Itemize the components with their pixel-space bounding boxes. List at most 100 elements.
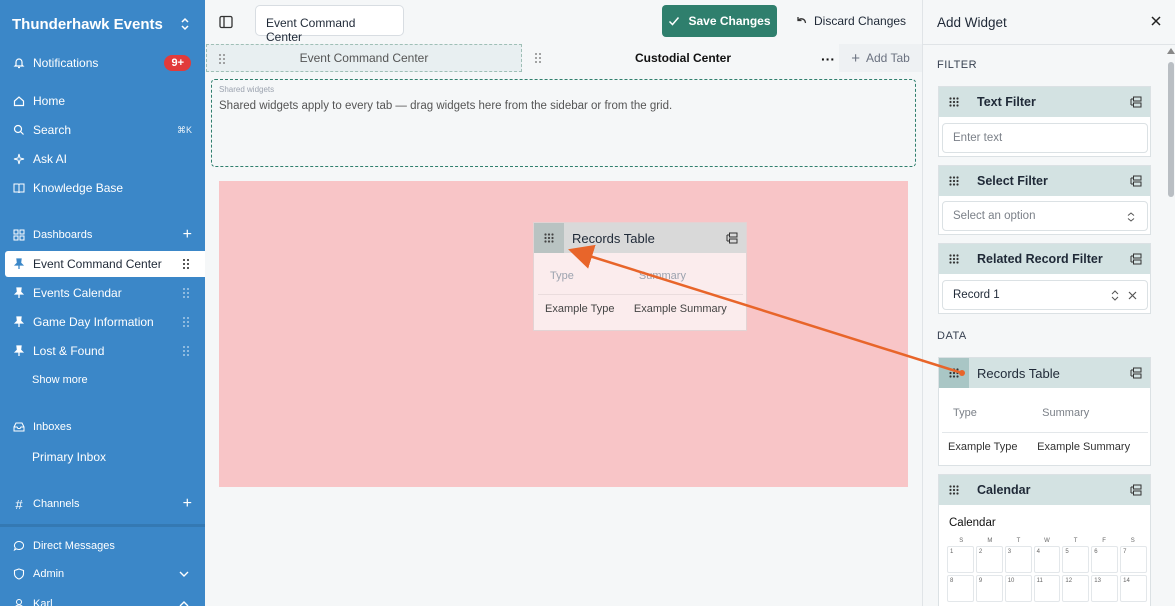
sidebar-item-search[interactable]: Search ⌘K [0,117,205,143]
widget-option-calendar[interactable]: Calendar Calendar SMTWTFS 1 2 3 4 5 6 7 8 9 10 11 1… [938,474,1151,606]
sidebar-item-knowledge-base[interactable]: Knowledge Base [0,175,205,201]
check-icon [669,17,680,26]
calendar-weekdays: SMTWTFS [947,538,1147,544]
calendar-day-cell: 5 [1062,546,1090,573]
add-channel-icon[interactable]: + [183,496,192,512]
user-icon [13,598,25,606]
drag-handle-icon[interactable] [183,317,189,327]
section-label: Channels [33,498,80,510]
section-heading-data: DATA [937,330,967,342]
sidebar-item-event-command-center[interactable]: Event Command Center [5,251,205,277]
widget-header: Related Record Filter [939,244,1150,274]
drag-grip-icon[interactable] [939,475,969,505]
drag-handle-icon[interactable] [535,53,541,63]
tab-label: Event Command Center [299,51,429,65]
add-widget-icon[interactable] [1130,175,1142,187]
clear-icon[interactable] [1128,291,1137,300]
add-dashboard-icon[interactable]: + [183,227,192,243]
sidebar-item-label: Lost & Found [33,344,105,358]
widget-title: Calendar [977,483,1031,497]
discard-changes-button[interactable]: Discard Changes [795,5,906,37]
sidebar-item-label: Search [33,123,72,137]
sidebar-item-ask-ai[interactable]: Ask AI [0,146,205,172]
show-more-link[interactable]: Show more [32,374,88,386]
calendar-day-cell: 6 [1091,546,1119,573]
panel-scrollbar[interactable] [1168,62,1174,197]
sidebar-item-home[interactable]: Home [0,88,205,114]
widget-option-related-record-filter[interactable]: Related Record Filter Record 1 [938,243,1151,314]
shield-icon [13,568,25,580]
related-record-select[interactable]: Record 1 [942,280,1148,310]
top-toolbar: Event Command Center Save Changes Discar… [205,0,922,44]
calendar-day-cell: 7 [1120,546,1147,573]
drag-grip-icon[interactable] [939,358,969,388]
widget-option-text-filter[interactable]: Text Filter Enter text [938,86,1151,157]
more-icon[interactable]: ··· [821,51,835,67]
chevron-updown-icon[interactable] [1111,290,1119,301]
sidebar-section-inboxes[interactable]: Inboxes [0,414,205,440]
chevron-updown-icon [1127,212,1135,222]
add-widget-icon[interactable] [1130,484,1142,496]
chevron-down-icon[interactable] [179,571,189,577]
calendar-days: 1 2 3 4 5 6 7 8 9 10 11 12 13 14 [947,546,1147,602]
sidebar-section-dashboards[interactable]: Dashboards + [0,222,205,248]
save-changes-button[interactable]: Save Changes [662,5,777,37]
close-icon[interactable] [1150,15,1162,27]
drag-handle-icon[interactable] [219,54,225,64]
text-filter-input[interactable]: Enter text [942,123,1148,153]
search-icon [13,124,25,136]
button-label: Discard Changes [814,14,907,28]
pin-icon [13,258,25,270]
drag-handle-icon[interactable] [183,259,189,269]
column-header: Summary [1042,406,1090,419]
add-widget-icon[interactable] [1130,367,1142,379]
sidebar-item-game-day-information[interactable]: Game Day Information [0,309,205,335]
add-widget-icon[interactable] [1130,253,1142,265]
add-widget-icon[interactable] [726,232,738,244]
chat-icon [13,540,25,552]
add-widget-icon[interactable] [1130,96,1142,108]
widget-option-records-table[interactable]: Records Table Type Summary Example Type … [938,357,1151,466]
workspace-name[interactable]: Thunderhawk Events [12,16,163,33]
drag-grip-icon[interactable] [939,166,969,196]
table-row: Example Type Example Summary [942,431,1148,462]
drag-handle-icon[interactable] [183,288,189,298]
weekday-label: S [1130,538,1135,544]
drag-grip-icon[interactable] [534,223,564,253]
dashboard-title-input[interactable]: Event Command Center [255,5,404,44]
tab-custodial-center[interactable]: Custodial Center ··· [525,44,841,72]
table-cell: Example Summary [1031,431,1148,462]
shared-widgets-dropzone[interactable]: Shared widgets Shared widgets apply to e… [211,79,916,167]
sidebar-item-label: Ask AI [33,152,68,166]
select-filter-dropdown[interactable]: Select an option [942,201,1148,231]
drag-grip-icon[interactable] [939,87,969,117]
book-icon [13,182,25,194]
sidebar-item-primary-inbox[interactable]: Primary Inbox [32,450,106,464]
widget-preview-table: Type Summary Example Type Example Summar… [942,394,1148,462]
sidebar-item-lost-and-found[interactable]: Lost & Found [0,338,205,364]
sparkle-icon [13,153,25,165]
widget-title: Select Filter [977,174,1048,188]
sidebar-item-notifications[interactable]: Notifications 9+ [0,50,205,76]
add-tab-button[interactable]: + Add Tab [839,44,922,72]
chevron-up-icon[interactable] [179,601,189,606]
sidebar-item-user[interactable]: Karl [0,591,205,606]
section-label: Dashboards [33,229,93,241]
sidebar-item-admin[interactable]: Admin [0,561,205,587]
sidebar-item-events-calendar[interactable]: Events Calendar [0,280,205,306]
drag-handle-icon[interactable] [183,346,189,356]
pin-icon [13,345,25,357]
section-label: Inboxes [33,421,72,433]
notification-badge: 9+ [164,55,191,71]
sidebar-item-direct-messages[interactable]: Direct Messages [0,533,205,559]
drag-grip-icon[interactable] [939,244,969,274]
dragging-records-table-widget[interactable]: Records Table Type Summary Example Type … [533,222,747,331]
chevron-updown-icon[interactable] [178,16,192,32]
sidebar-item-label: Notifications [33,56,99,70]
hash-icon: # [15,496,23,512]
tab-event-command-center[interactable]: Event Command Center [206,44,522,72]
sidebar-section-channels[interactable]: # Channels + [0,491,205,517]
sidebar-toggle-icon[interactable] [219,15,233,29]
scroll-up-icon[interactable] [1167,48,1175,54]
widget-option-select-filter[interactable]: Select Filter Select an option [938,165,1151,235]
